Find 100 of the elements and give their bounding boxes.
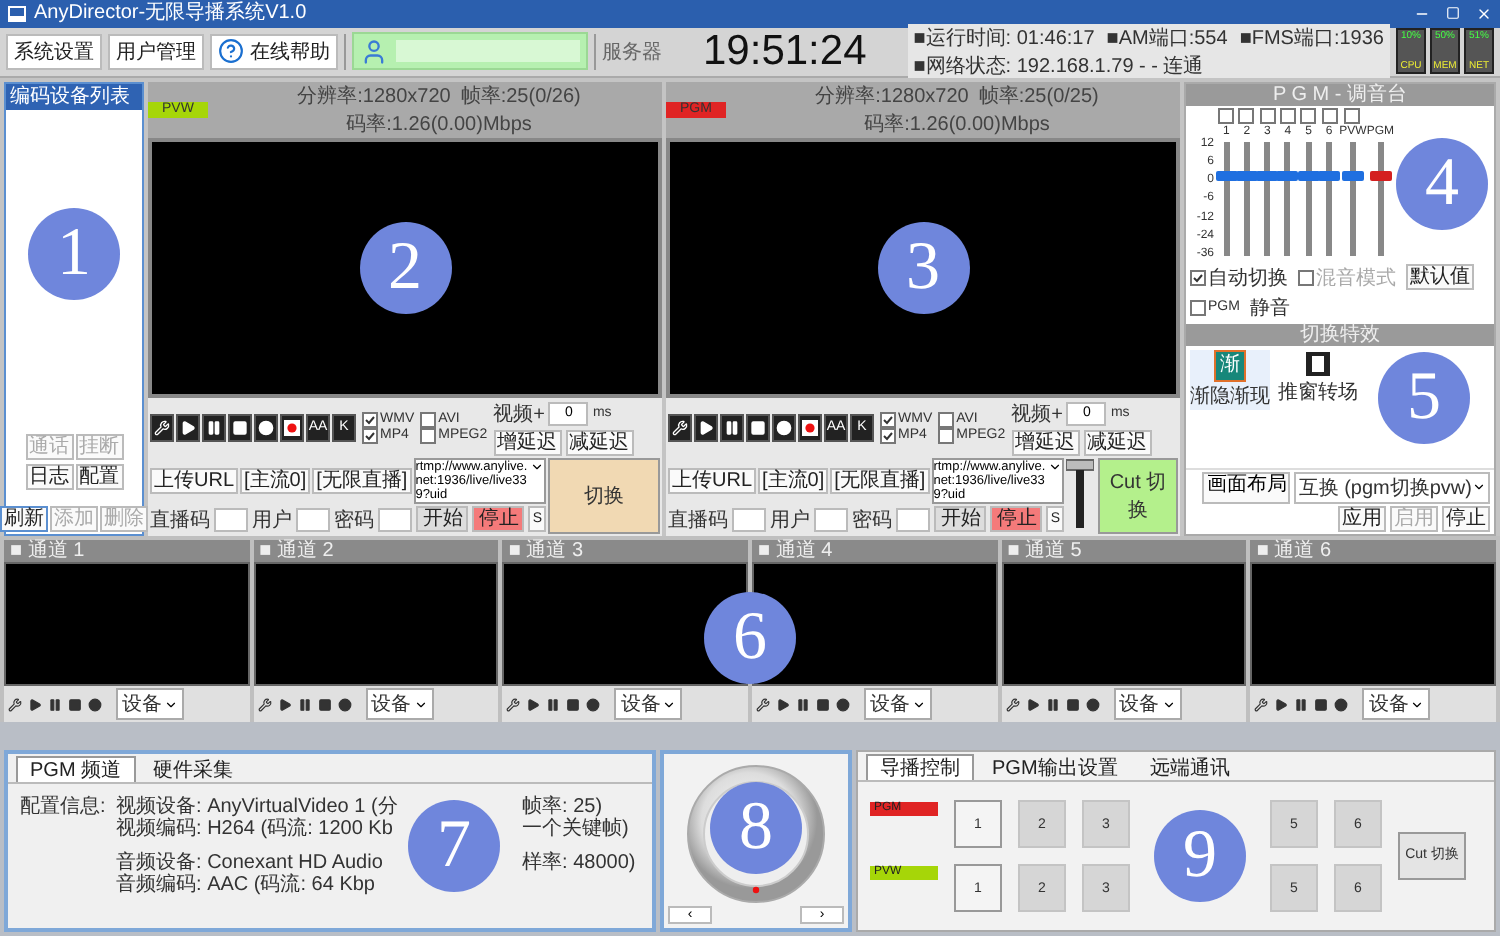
play-icon[interactable] [1274, 697, 1289, 712]
switch-button[interactable]: 切换 [548, 457, 660, 534]
code-field[interactable] [214, 507, 249, 532]
fader-thumb[interactable] [1341, 171, 1364, 182]
wrench-icon[interactable] [506, 697, 521, 712]
start-button[interactable]: 开始 [416, 506, 469, 533]
dot-icon[interactable] [337, 697, 352, 712]
maximize-icon[interactable] [1446, 6, 1460, 21]
close-icon[interactable] [1476, 5, 1492, 22]
pause-icon[interactable] [546, 697, 561, 712]
stream-button[interactable]: [主流0] [758, 467, 829, 494]
dot-button[interactable] [254, 413, 278, 442]
play-icon[interactable] [28, 697, 42, 712]
play-icon[interactable] [1025, 697, 1040, 712]
t-bar-icon[interactable] [1066, 457, 1094, 530]
fader-thumb[interactable] [1215, 171, 1238, 182]
stop-button[interactable]: 停止 [990, 506, 1043, 533]
checkbox[interactable] [1190, 299, 1206, 316]
delay-button[interactable]: 减延迟 [1083, 429, 1152, 456]
wrench-icon[interactable] [8, 697, 22, 712]
upload-url-button[interactable]: 上传URL [150, 467, 239, 494]
stop-button[interactable] [228, 413, 252, 442]
stop-icon[interactable] [566, 697, 581, 712]
pause-button[interactable] [720, 413, 744, 442]
help-button[interactable]: 在线帮助 [210, 33, 338, 70]
wrench-icon[interactable] [1005, 697, 1020, 712]
device-button[interactable]: 配置 [75, 463, 123, 490]
pause-icon[interactable] [1294, 697, 1309, 712]
wrench-button[interactable] [668, 413, 692, 442]
pause-button[interactable] [202, 413, 226, 442]
checkbox[interactable] [880, 411, 896, 428]
checkbox[interactable] [420, 411, 437, 428]
record-button[interactable] [798, 413, 822, 442]
tab[interactable]: PGM 频道 [16, 756, 136, 783]
device-select[interactable]: 设备 [365, 688, 434, 721]
start-button[interactable]: 开始 [934, 506, 987, 533]
stream-button[interactable]: [主流0] [240, 467, 311, 494]
tab[interactable]: 远端通讯 [1135, 754, 1244, 781]
pause-icon[interactable] [796, 697, 811, 712]
user-field[interactable] [296, 507, 331, 532]
layout-select[interactable]: 互换 (pgm切换pvw) [1294, 471, 1490, 504]
checkbox[interactable] [938, 411, 955, 428]
dot-button[interactable] [772, 413, 796, 442]
stop-icon[interactable] [68, 697, 82, 712]
delay-button[interactable]: 增延迟 [1011, 429, 1080, 456]
tab[interactable]: 硬件采集 [139, 756, 248, 783]
toolbar-button[interactable]: 系统设置 [6, 33, 102, 70]
stop-button[interactable]: 停止 [472, 506, 525, 533]
checkbox[interactable] [1321, 107, 1338, 124]
stop-button[interactable] [746, 413, 770, 442]
play-icon[interactable] [776, 697, 791, 712]
device-select[interactable]: 设备 [116, 688, 184, 721]
code-field[interactable] [732, 507, 767, 532]
switch-button[interactable]: Cut 切换 [1098, 457, 1178, 534]
dot-icon[interactable] [88, 697, 102, 712]
fader-thumb[interactable] [1369, 171, 1392, 182]
stream-button[interactable]: [无限直播] [312, 467, 412, 494]
stream-button[interactable]: [无限直播] [830, 467, 930, 494]
action-button[interactable]: 停止 [1442, 505, 1490, 532]
transition-item[interactable]: 渐 渐隐渐现 [1190, 349, 1270, 410]
device-select[interactable]: 设备 [864, 688, 933, 721]
stop-icon[interactable] [1065, 697, 1080, 712]
list-button[interactable]: 刷新 [0, 505, 48, 532]
checkbox[interactable] [1218, 107, 1235, 124]
wrench-icon[interactable] [756, 697, 771, 712]
default-button[interactable]: 默认值 [1406, 264, 1474, 291]
pause-icon[interactable] [48, 697, 62, 712]
device-select[interactable]: 设备 [1113, 688, 1182, 721]
checkbox[interactable] [1279, 107, 1296, 124]
password-field[interactable] [378, 507, 413, 532]
checkbox[interactable] [1238, 107, 1255, 124]
play-icon[interactable] [526, 697, 541, 712]
pause-icon[interactable] [1045, 697, 1060, 712]
stop-icon[interactable] [816, 697, 831, 712]
play-icon[interactable] [277, 697, 292, 712]
upload-url-button[interactable]: 上传URL [668, 467, 757, 494]
dot-icon[interactable] [1085, 697, 1100, 712]
checkbox[interactable] [1190, 269, 1206, 286]
fader-thumb[interactable] [1318, 171, 1341, 182]
device-button[interactable]: 日志 [25, 463, 73, 490]
wrench-button[interactable] [150, 413, 174, 442]
wrench-icon[interactable] [257, 697, 272, 712]
stop-icon[interactable] [1314, 697, 1329, 712]
play-button[interactable] [176, 413, 200, 442]
tab[interactable]: PGM输出设置 [978, 754, 1132, 781]
dot-icon[interactable] [1334, 697, 1349, 712]
stop-icon[interactable] [317, 697, 332, 712]
wrench-icon[interactable] [1254, 697, 1269, 712]
record-button[interactable] [280, 413, 304, 442]
device-select[interactable]: 设备 [1362, 688, 1431, 721]
transition-item[interactable]: 推窗转场 [1278, 349, 1358, 410]
dot-icon[interactable] [836, 697, 851, 712]
action-button[interactable]: 应用 [1338, 505, 1386, 532]
delay-button[interactable]: 减延迟 [565, 429, 634, 456]
dot-icon[interactable] [586, 697, 601, 712]
tab[interactable]: 导播控制 [866, 754, 974, 781]
delay-button[interactable]: 增延迟 [493, 429, 562, 456]
checkbox[interactable] [1259, 107, 1276, 124]
checkbox[interactable] [362, 411, 378, 428]
toolbar-button[interactable]: 用户管理 [108, 33, 204, 70]
